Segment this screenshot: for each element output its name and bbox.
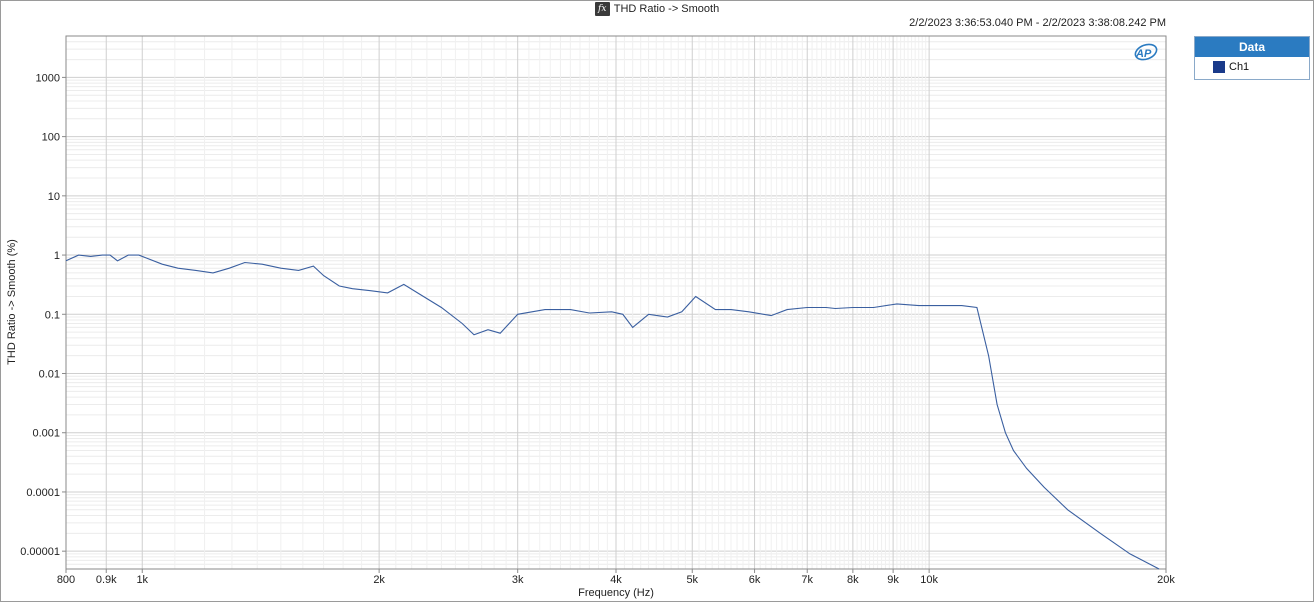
legend-panel: Data Ch1 [1194,36,1310,80]
x-tick-label: 9k [887,574,899,586]
y-tick-labels: 1000 100 10 1 0.1 0.01 0.001 0.0001 0.00001 [20,72,66,558]
legend-swatch-ch1 [1213,61,1225,73]
y-tick-label: 0.01 [39,369,60,381]
ap-logo-text: AP [1135,48,1152,60]
x-tick-label: 20k [1157,574,1175,586]
x-tick-label: 0.9k [96,574,117,586]
y-tick-label: 0.1 [45,309,60,321]
x-tick-labels: 800 0.9k 1k 2k 3k 4k 5k 6k 7k 8k 9k 10k 20k [57,569,1175,586]
y-tick-label: 100 [42,132,60,144]
y-tick-label: 0.001 [32,428,60,440]
y-tick-label: 1 [54,250,60,262]
chart-svg[interactable]: 800 0.9k 1k 2k 3k 4k 5k 6k 7k 8k 9k 10k 20k 10001001… [0,0,1314,602]
y-axis-label: THD Ratio -> Smooth (%) [6,239,18,365]
y-tick-label: 10 [48,191,60,203]
x-tick-label: 10k [920,574,938,586]
x-tick-label: 4k [610,574,622,586]
y-tick-label: 0.0001 [26,487,60,499]
x-axis-label: Frequency (Hz) [578,587,654,599]
legend-title: Data [1195,37,1309,57]
legend-label-ch1: Ch1 [1229,61,1250,73]
y-tick-label: 1000 [36,72,60,84]
legend-item-ch1[interactable]: Ch1 [1195,57,1309,77]
grid-lines [65,35,1167,569]
x-tick-label: 5k [686,574,698,586]
x-tick-label: 6k [749,574,761,586]
x-tick-label: 3k [512,574,524,586]
x-tick-label: 1k [136,574,148,586]
y-tick-label: 0.00001 [20,546,60,558]
x-tick-label: 7k [801,574,813,586]
x-tick-label: 2k [373,574,385,586]
x-tick-label: 800 [57,574,75,586]
x-tick-label: 8k [847,574,859,586]
series-line-ch1 [65,254,1160,570]
